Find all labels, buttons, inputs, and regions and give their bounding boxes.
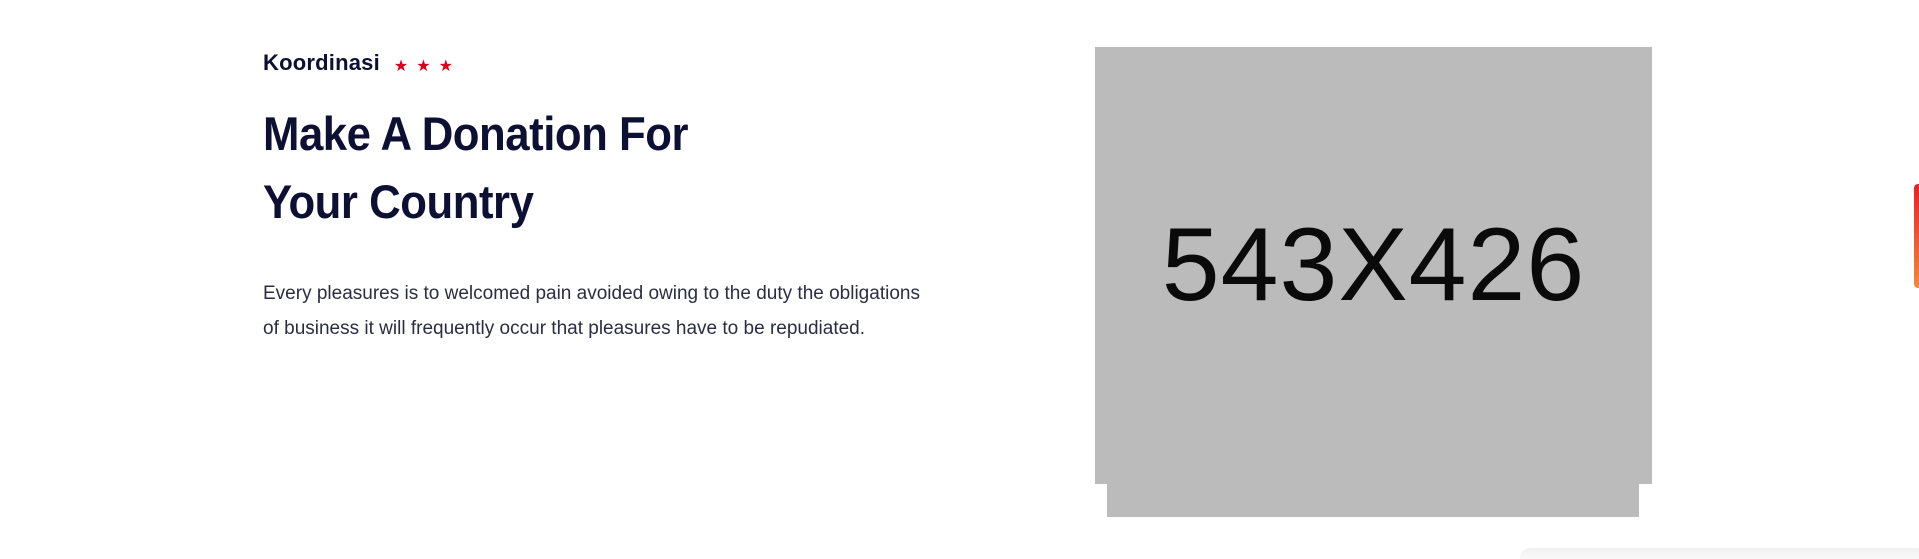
placeholder-image: 543X426	[1095, 47, 1652, 484]
side-tab-handle[interactable]	[1914, 184, 1919, 288]
description-line: Every pleasures is to welcomed pain avoi…	[263, 283, 920, 304]
bottom-shadow-decoration	[1520, 548, 1919, 559]
star-icon: ★	[416, 56, 431, 75]
description-line: of business it will frequently occur tha…	[263, 318, 866, 339]
section-subtitle: Koordinasi	[263, 50, 380, 75]
heading-line: Make A Donation For	[263, 107, 689, 160]
image-dimension-label: 543X426	[1161, 207, 1586, 323]
heading-line: Your Country	[263, 175, 534, 228]
section-heading: Make A Donation For Your Country	[263, 100, 933, 236]
section-subtitle-row: Koordinasi ★ ★ ★	[263, 46, 983, 80]
donation-section: Koordinasi ★ ★ ★ Make A Donation For You…	[0, 0, 1919, 559]
section-description: Every pleasures is to welcomed pain avoi…	[263, 276, 983, 346]
star-icon: ★	[393, 56, 409, 75]
placeholder-image-frame: 543X426	[1095, 47, 1652, 517]
star-decoration: ★ ★ ★	[394, 58, 461, 74]
content-column: Koordinasi ★ ★ ★ Make A Donation For You…	[263, 46, 983, 346]
star-icon: ★	[438, 56, 453, 75]
